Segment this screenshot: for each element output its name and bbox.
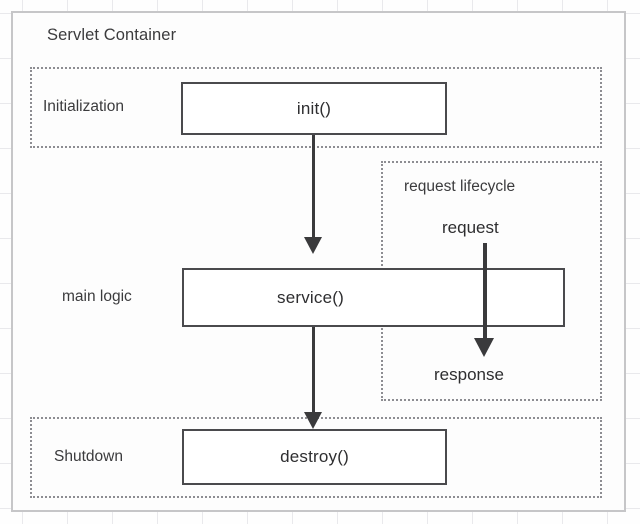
method-box-init: init() — [181, 82, 447, 135]
phase-label-main-logic: main logic — [62, 288, 132, 305]
arrow-head — [304, 237, 322, 254]
phase-label-shutdown: Shutdown — [54, 448, 123, 465]
diagram-canvas: Servlet Container Initialization main lo… — [0, 0, 640, 524]
servlet-container-title: Servlet Container — [47, 26, 177, 44]
arrow-stem — [483, 243, 487, 340]
method-box-service: service() — [182, 268, 565, 327]
method-label-destroy: destroy() — [280, 447, 349, 466]
arrow-head — [304, 412, 322, 429]
arrow-head — [474, 338, 494, 357]
phase-label-initialization: Initialization — [43, 98, 124, 115]
arrow-stem — [312, 327, 315, 414]
phase-label-request-lifecycle: request lifecycle — [404, 178, 516, 195]
flow-label-request: request — [442, 218, 499, 237]
flow-label-response: response — [434, 365, 504, 384]
method-label-init: init() — [296, 98, 332, 118]
arrow-stem — [312, 135, 315, 239]
method-box-destroy: destroy() — [182, 429, 447, 485]
method-label-service: service() — [277, 287, 344, 307]
